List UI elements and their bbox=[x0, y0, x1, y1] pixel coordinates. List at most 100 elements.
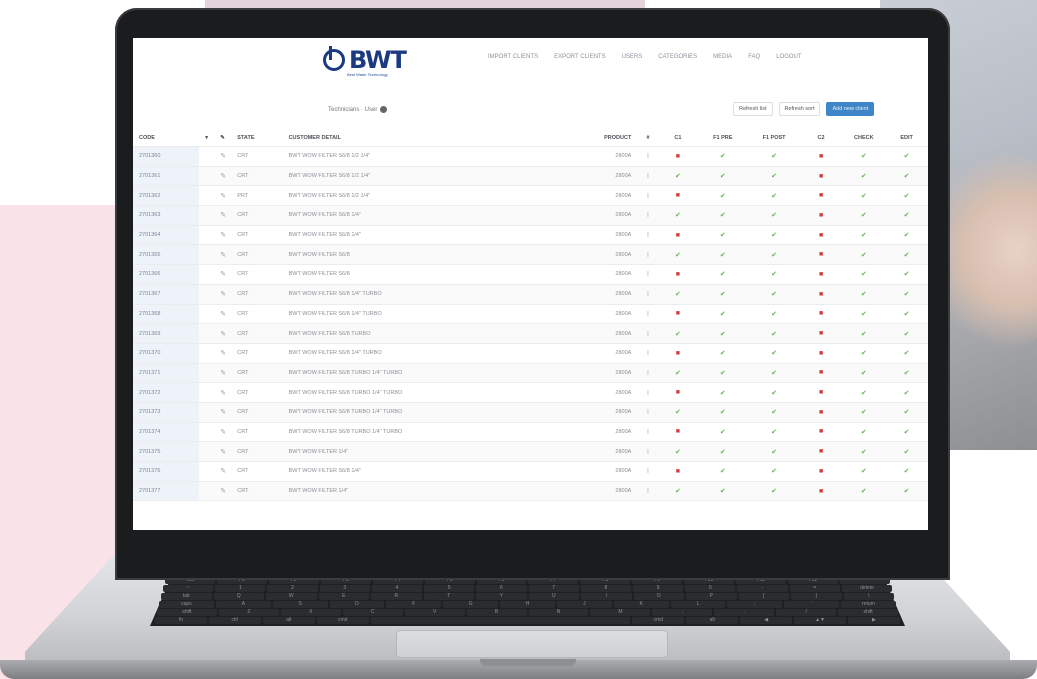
keyboard-key[interactable]: \ bbox=[843, 593, 894, 600]
table-row[interactable]: 2701372 ✎ CRT BWT WOW FILTER S6/8 TURBO 1/4… bbox=[133, 382, 928, 403]
keyboard-key[interactable]: T bbox=[423, 593, 474, 600]
nav-item-faq[interactable]: FAQ bbox=[748, 54, 760, 60]
table-row[interactable]: 2701361 ✎ CRT BWT WOW FILTER S6/8 1/2 1/4" 2… bbox=[133, 166, 928, 187]
nav-item-users[interactable]: USERS bbox=[622, 54, 643, 60]
pencil-icon[interactable]: ✎ bbox=[220, 212, 226, 219]
keyboard-key[interactable]: R bbox=[371, 593, 422, 600]
edit-row-icon[interactable]: ✎ bbox=[214, 185, 232, 207]
col-header-f1-pre[interactable]: F1 PRE bbox=[697, 130, 749, 147]
keyboard-key[interactable]: 9 bbox=[632, 585, 684, 592]
pencil-icon[interactable]: ✎ bbox=[220, 468, 226, 475]
keyboard-key[interactable]: 5 bbox=[424, 585, 475, 592]
edit-row-icon[interactable]: ✎ bbox=[214, 363, 232, 384]
pencil-icon[interactable]: ✎ bbox=[220, 311, 226, 318]
col-header-c2[interactable]: C2 bbox=[799, 130, 843, 147]
keyboard-key[interactable]: S bbox=[272, 601, 328, 608]
edit-row-icon[interactable]: ✎ bbox=[214, 323, 232, 344]
keyboard-key[interactable]: 8 bbox=[580, 585, 631, 592]
nav-item-media[interactable]: MEDIA bbox=[713, 54, 732, 60]
pencil-icon[interactable]: ✎ bbox=[220, 488, 226, 495]
edit-row-icon[interactable]: ✎ bbox=[214, 225, 232, 246]
keyboard-key[interactable]: O bbox=[633, 593, 684, 600]
keyboard-key[interactable]: L bbox=[670, 601, 726, 608]
edit-row-icon[interactable]: ✎ bbox=[214, 244, 232, 266]
keyboard-key[interactable]: ] bbox=[791, 593, 842, 600]
keyboard-key[interactable]: / bbox=[776, 609, 837, 616]
keyboard-key[interactable]: 6 bbox=[476, 585, 527, 592]
col-header-state[interactable]: STATE bbox=[231, 130, 283, 147]
refresh-sort-button[interactable]: Refresh sort bbox=[778, 102, 821, 116]
keyboard-key[interactable]: D bbox=[329, 601, 385, 608]
pencil-icon[interactable]: ✎ bbox=[220, 232, 226, 239]
pencil-icon[interactable]: ✎ bbox=[220, 153, 226, 160]
nav-item-categories[interactable]: CATEGORIES bbox=[658, 54, 697, 60]
keyboard-key[interactable]: shift bbox=[157, 609, 217, 616]
edit-row-icon[interactable]: ✎ bbox=[214, 304, 232, 325]
keyboard-key[interactable]: X bbox=[280, 609, 341, 616]
table-row[interactable]: 2701375 ✎ CRT BWT WOW FILTER 1/4" 2800A | ✔ ✔ ✔ ■… bbox=[133, 441, 928, 462]
col-header-c1[interactable]: C1 bbox=[658, 130, 698, 147]
table-row[interactable]: 2701373 ✎ CRT BWT WOW FILTER S6/8 TURBO 1/4… bbox=[133, 402, 928, 423]
pencil-icon[interactable]: ✎ bbox=[220, 193, 226, 200]
keyboard-key[interactable]: ◀ bbox=[740, 617, 793, 624]
pencil-icon[interactable]: ✎ bbox=[220, 173, 226, 180]
table-row[interactable]: 2701364 ✎ CRT BWT WOW FILTER S6/8 1/4" 2800A… bbox=[133, 225, 928, 246]
keyboard-key[interactable]: Q bbox=[213, 593, 264, 600]
edit-row-icon[interactable]: ✎ bbox=[214, 205, 232, 226]
keyboard-key[interactable]: F bbox=[386, 601, 442, 608]
keyboard-key[interactable]: . bbox=[714, 609, 775, 616]
keyboard-key[interactable]: I bbox=[581, 593, 632, 600]
table-row[interactable]: 2701365 ✎ CRT BWT WOW FILTER S6/8 2800A | ✔ ✔ ✔ ■… bbox=[133, 244, 928, 266]
pencil-icon[interactable]: ✎ bbox=[220, 429, 226, 436]
edit-row-icon[interactable]: ✎ bbox=[214, 264, 232, 285]
keyboard-key[interactable]: , bbox=[652, 609, 713, 616]
add-client-button[interactable]: Add new client bbox=[826, 102, 875, 116]
keyboard-key[interactable]: E bbox=[318, 593, 369, 600]
keyboard-key[interactable]: alt bbox=[686, 617, 739, 624]
keyboard-key[interactable]: shift bbox=[838, 609, 899, 616]
keyboard-key[interactable]: 0 bbox=[685, 585, 736, 592]
col-header-product[interactable]: PRODUCT bbox=[571, 130, 638, 147]
edit-row-icon[interactable]: ✎ bbox=[214, 343, 232, 364]
pencil-icon[interactable]: ✎ bbox=[220, 390, 226, 397]
col-header-number[interactable]: # bbox=[637, 130, 659, 147]
edit-row-icon[interactable]: ✎ bbox=[214, 481, 232, 502]
keyboard-key[interactable]: B bbox=[466, 609, 527, 616]
keyboard-key[interactable]: delete bbox=[841, 585, 893, 592]
keyboard-key[interactable]: V bbox=[404, 609, 465, 616]
keyboard-key[interactable]: ▶ bbox=[848, 617, 900, 624]
table-row[interactable]: 2701367 ✎ CRT BWT WOW FILTER S6/8 1/4" TURB… bbox=[133, 284, 928, 305]
edit-row-icon[interactable]: ✎ bbox=[214, 146, 232, 167]
keyboard-key[interactable]: caps bbox=[159, 601, 214, 608]
keyboard-key[interactable]: G bbox=[443, 601, 499, 608]
keyboard-key[interactable]: ▲▼ bbox=[794, 617, 847, 624]
pencil-icon[interactable]: ✎ bbox=[220, 291, 226, 298]
pencil-icon[interactable]: ✎ bbox=[220, 271, 226, 278]
keyboard-key[interactable]: return bbox=[841, 601, 896, 608]
keyboard-key[interactable]: A bbox=[215, 601, 271, 608]
keyboard-key[interactable]: J bbox=[556, 601, 612, 608]
table-row[interactable]: 2701362 ✎ PRT BWT WOW FILTER S6/8 1/2 1/4" 2… bbox=[133, 185, 928, 207]
keyboard-key[interactable]: N bbox=[528, 609, 589, 616]
view-selector[interactable]: Technicians · User bbox=[328, 106, 388, 113]
keyboard-key[interactable] bbox=[370, 617, 631, 624]
gear-icon[interactable] bbox=[380, 106, 388, 113]
pencil-icon[interactable]: ✎ bbox=[220, 449, 226, 456]
pencil-icon[interactable]: ✎ bbox=[220, 252, 226, 259]
pencil-icon[interactable]: ✎ bbox=[220, 331, 226, 338]
keyboard-key[interactable]: M bbox=[590, 609, 651, 616]
keyboard-key[interactable]: cmd bbox=[316, 617, 369, 624]
keyboard-key[interactable]: ~ bbox=[163, 585, 214, 592]
nav-item-logout[interactable]: LOGOUT bbox=[776, 54, 801, 60]
table-row[interactable]: 2701371 ✎ CRT BWT WOW FILTER S6/8 TURBO 1/4… bbox=[133, 363, 928, 384]
table-row[interactable]: 2701369 ✎ CRT BWT WOW FILTER S6/8 TURBO 2800… bbox=[133, 323, 928, 344]
edit-row-icon[interactable]: ✎ bbox=[214, 461, 232, 482]
edit-row-icon[interactable]: ✎ bbox=[214, 402, 232, 423]
keyboard-key[interactable]: 2 bbox=[267, 585, 318, 592]
brand-logo[interactable]: BWT bbox=[323, 46, 407, 74]
col-header-check[interactable]: CHECK bbox=[842, 130, 886, 147]
nav-item-import[interactable]: IMPORT CLIENTS bbox=[488, 54, 538, 60]
pencil-icon[interactable]: ✎ bbox=[220, 370, 226, 377]
keyboard-key[interactable]: [ bbox=[738, 593, 789, 600]
keyboard-key[interactable]: - bbox=[737, 585, 788, 592]
